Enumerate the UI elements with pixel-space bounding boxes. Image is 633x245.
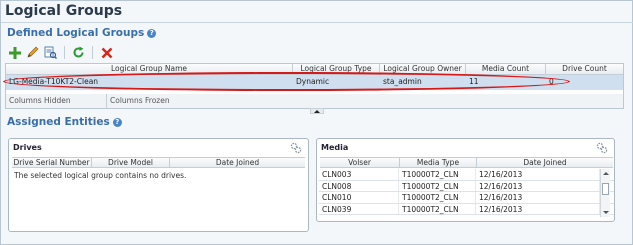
cell-date-joined: 12/16/2013 [476, 203, 600, 214]
cell-date-joined: 12/16/2013 [476, 192, 600, 203]
column-header-drive-count[interactable]: Drive Count [546, 64, 623, 74]
logical-groups-page: Logical Groups Defined Logical Groups ? … [0, 0, 633, 245]
settings-icon[interactable] [596, 142, 608, 154]
toolbar-separator [92, 46, 93, 59]
cell-media-type: T10000T2_CLN [399, 180, 476, 191]
cell-media-count: 11 [469, 77, 479, 86]
cell-drive-count: 0 [549, 77, 554, 86]
scroll-up-icon[interactable] [603, 172, 609, 175]
table-row[interactable]: CLN010 T10000T2_CLN 12/16/2013 [319, 192, 614, 204]
delete-icon[interactable] [99, 45, 114, 60]
edit-icon[interactable] [25, 45, 40, 60]
cell-volser: CLN010 [319, 192, 399, 203]
media-scrollbar[interactable] [600, 169, 610, 217]
drives-panel-title: Drives [13, 143, 42, 152]
cell-volser: CLN003 [319, 169, 399, 180]
table-row[interactable]: CLN039 T10000T2_CLN 12/16/2013 [319, 203, 614, 215]
media-table-header: Volser Media Type Date Joined [320, 157, 613, 168]
drives-empty-message: The selected logical group contains no d… [14, 171, 187, 180]
add-icon[interactable] [7, 45, 22, 60]
cell-media-type: T10000T2_CLN [399, 203, 476, 214]
cell-volser: CLN008 [319, 180, 399, 191]
page-title: Logical Groups [5, 3, 123, 19]
cell-media-type: T10000T2_CLN [399, 169, 476, 180]
table-row[interactable]: CLN003 T10000T2_CLN 12/16/2013 [319, 169, 614, 181]
table-footer: Columns Hidden Columns Frozen [6, 94, 623, 108]
table-header: Logical Group Name Logical Group Type Lo… [6, 64, 623, 75]
column-header-owner[interactable]: Logical Group Owner [380, 64, 466, 74]
column-header-drive-model[interactable]: Drive Model [92, 158, 170, 167]
column-header-name[interactable]: Logical Group Name [6, 64, 293, 74]
scroll-down-icon[interactable] [603, 211, 609, 214]
help-icon[interactable]: ? [112, 117, 122, 127]
cell-date-joined: 12/16/2013 [476, 169, 600, 180]
media-table-body: CLN003 T10000T2_CLN 12/16/2013 CLN008 T1… [319, 169, 614, 215]
column-header-drive-date[interactable]: Date Joined [170, 158, 305, 167]
toolbar-separator [64, 46, 65, 59]
column-header-type[interactable]: Logical Group Type [293, 64, 380, 74]
table-row[interactable]: CLN008 T10000T2_CLN 12/16/2013 [319, 180, 614, 192]
detail-icon[interactable] [43, 45, 58, 60]
drives-table-header: Drive Serial Number Drive Model Date Joi… [12, 157, 305, 168]
cell-group-name: LG-Media-T10KT2-Clean [9, 77, 99, 86]
cell-group-owner: sta_admin [383, 77, 422, 86]
defined-logical-groups-heading: Defined Logical Groups ? [7, 27, 157, 39]
column-header-drive-serial[interactable]: Drive Serial Number [12, 158, 92, 167]
columns-frozen-label: Columns Frozen [110, 96, 170, 105]
column-header-volser[interactable]: Volser [320, 158, 400, 167]
refresh-icon[interactable] [71, 45, 86, 60]
panel-splitter[interactable] [310, 108, 324, 114]
table-row[interactable]: LG-Media-T10KT2-Clean Dynamic sta_admin … [6, 75, 623, 90]
media-panel-title: Media [321, 143, 349, 152]
column-header-media-date[interactable]: Date Joined [477, 158, 613, 167]
scrollbar-thumb[interactable] [602, 183, 609, 195]
cell-volser: CLN039 [319, 203, 399, 214]
title-divider [1, 22, 633, 23]
help-icon[interactable]: ? [147, 28, 157, 38]
assigned-entities-heading: Assigned Entities ? [7, 116, 122, 128]
cell-date-joined: 12/16/2013 [476, 180, 600, 191]
drives-panel: Drives Drive Serial Number Drive Model D… [8, 138, 309, 232]
collapse-arrow-icon [314, 109, 320, 113]
defined-heading-text: Defined Logical Groups [7, 27, 145, 39]
assigned-heading-text: Assigned Entities [7, 116, 110, 128]
cell-media-type: T10000T2_CLN [399, 192, 476, 203]
settings-icon[interactable] [290, 142, 302, 154]
logical-groups-table: Logical Group Name Logical Group Type Lo… [5, 63, 624, 109]
cell-group-type: Dynamic [296, 77, 330, 86]
columns-hidden-label: Columns Hidden [6, 94, 107, 108]
logical-group-toolbar [7, 45, 114, 60]
column-header-media-count[interactable]: Media Count [466, 64, 546, 74]
column-header-media-type[interactable]: Media Type [400, 158, 477, 167]
